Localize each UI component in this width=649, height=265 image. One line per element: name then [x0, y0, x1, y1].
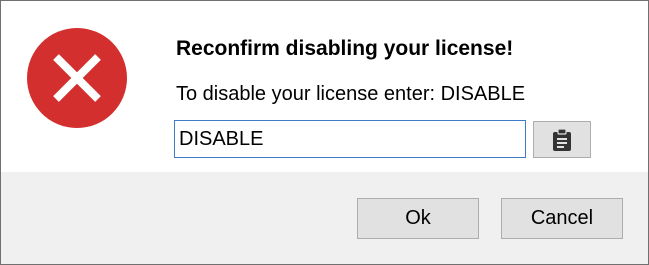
clipboard-icon: [553, 127, 571, 151]
dialog-title: Reconfirm disabling your license!: [176, 37, 514, 60]
dialog-footer: Ok Cancel: [1, 172, 648, 264]
confirmation-input[interactable]: [174, 120, 526, 158]
ok-button[interactable]: Ok: [357, 198, 479, 239]
dialog-content: Reconfirm disabling your license! To dis…: [1, 1, 648, 172]
error-x-icon: [27, 28, 127, 128]
confirm-dialog: Reconfirm disabling your license! To dis…: [0, 0, 649, 265]
cancel-button[interactable]: Cancel: [501, 198, 623, 239]
instruction-text: To disable your license enter: DISABLE: [176, 83, 526, 105]
paste-button[interactable]: [533, 121, 591, 158]
